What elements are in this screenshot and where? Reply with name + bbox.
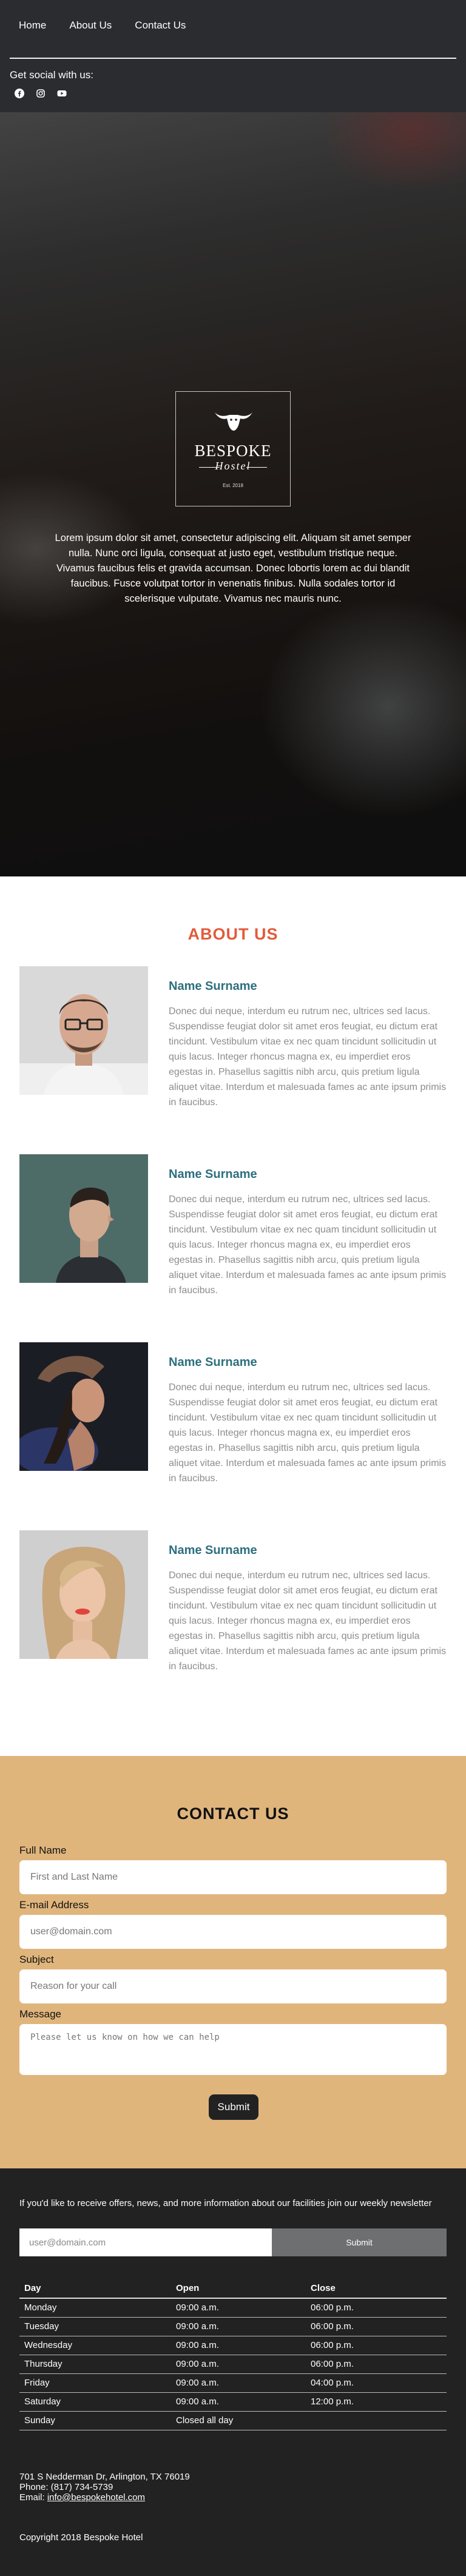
close-cell: 12:00 p.m. <box>306 2392 447 2412</box>
nav-contact-link[interactable]: Contact Us <box>135 19 186 32</box>
subject-label: Subject <box>19 1954 54 1965</box>
table-row: Friday 09:00 a.m. 04:00 p.m. <box>19 2373 447 2393</box>
open-cell: 09:00 a.m. <box>171 2336 306 2355</box>
close-cell: 06:00 p.m. <box>306 2298 447 2318</box>
open-cell: 09:00 a.m. <box>171 2298 306 2318</box>
contact-title: CONTACT US <box>177 1804 289 1823</box>
about-title: ABOUT US <box>187 925 279 943</box>
contact-section: CONTACT US Full Name E-mail Address Subj… <box>0 1756 466 2168</box>
youtube-icon[interactable] <box>57 89 67 98</box>
open-cell: 09:00 a.m. <box>171 2373 306 2393</box>
team-member-name: Name Surname <box>169 1356 257 1369</box>
column-header-close: Close <box>306 2279 447 2299</box>
open-cell: 09:00 a.m. <box>171 2392 306 2412</box>
table-header-row: Day Open Close <box>19 2279 447 2299</box>
day-cell: Tuesday <box>19 2317 171 2336</box>
facebook-icon[interactable] <box>15 89 24 98</box>
team-member-card: Name Surname Donec dui neque, interdum e… <box>19 966 447 1108</box>
message-textarea[interactable] <box>19 2024 447 2075</box>
street-address: 701 S Nedderman Dr, Arlington, TX 76019 <box>19 2472 190 2482</box>
email-label: E-mail Address <box>19 1899 89 1911</box>
table-row: Thursday 09:00 a.m. 06:00 p.m. <box>19 2355 447 2374</box>
close-cell: 04:00 p.m. <box>306 2373 447 2393</box>
email-prefix: Email: <box>19 2492 47 2503</box>
logo-subtitle: Hostel <box>215 460 251 472</box>
table-row: Sunday Closed all day <box>19 2411 447 2430</box>
social-title: Get social with us: <box>10 69 93 81</box>
day-cell: Sunday <box>19 2411 171 2430</box>
open-cell: 09:00 a.m. <box>171 2317 306 2336</box>
team-member-name: Name Surname <box>169 1168 257 1181</box>
team-member-portrait <box>19 966 148 1095</box>
team-member-bio: Donec dui neque, interdum eu rutrum nec,… <box>169 1194 447 1296</box>
newsletter-email-input[interactable] <box>19 2228 272 2256</box>
open-cell: 09:00 a.m. <box>171 2355 306 2374</box>
full-name-input[interactable] <box>19 1860 447 1894</box>
nav-divider <box>10 58 456 59</box>
column-header-day: Day <box>19 2279 171 2299</box>
table-row: Saturday 09:00 a.m. 12:00 p.m. <box>19 2392 447 2412</box>
day-cell: Friday <box>19 2373 171 2393</box>
table-row: Monday 09:00 a.m. 06:00 p.m. <box>19 2298 447 2318</box>
day-cell: Thursday <box>19 2355 171 2374</box>
column-header-open: Open <box>171 2279 306 2299</box>
team-member-bio: Donec dui neque, interdum eu rutrum nec,… <box>169 1006 447 1108</box>
close-cell <box>306 2411 447 2430</box>
day-cell: Saturday <box>19 2392 171 2412</box>
site-footer: If you'd like to receive offers, news, a… <box>0 2168 466 2576</box>
opening-hours-table: Day Open Close Monday 09:00 a.m. 06:00 p… <box>19 2279 447 2430</box>
subject-input[interactable] <box>19 1969 447 2003</box>
logo-wordmark: BESPOKE <box>194 442 272 460</box>
table-row: Wednesday 09:00 a.m. 06:00 p.m. <box>19 2336 447 2355</box>
site-header: Home About Us Contact Us Get social with… <box>0 0 466 112</box>
contact-submit-button[interactable]: Submit <box>209 2094 258 2120</box>
team-member-card: Name Surname Donec dui neque, interdum e… <box>19 1342 447 1484</box>
logo-established: Est. 2018 <box>223 483 243 488</box>
close-cell: 06:00 p.m. <box>306 2355 447 2374</box>
team-member-portrait <box>19 1530 148 1659</box>
contact-address-block: 701 S Nedderman Dr, Arlington, TX 76019 … <box>19 2472 190 2503</box>
about-section: ABOUT US Name Surname Donec dui neque, i… <box>0 876 466 1756</box>
nav-about-link[interactable]: About Us <box>69 19 112 32</box>
team-member-portrait <box>19 1154 148 1283</box>
team-member-bio: Donec dui neque, interdum eu rutrum nec,… <box>169 1382 447 1484</box>
open-cell: Closed all day <box>171 2411 306 2430</box>
team-member-card: Name Surname Donec dui neque, interdum e… <box>19 1530 447 1672</box>
day-cell: Wednesday <box>19 2336 171 2355</box>
close-cell: 06:00 p.m. <box>306 2317 447 2336</box>
hero-description: Lorem ipsum dolor sit amet, consectetur … <box>55 533 411 604</box>
message-label: Message <box>19 2008 61 2020</box>
team-member-card: Name Surname Donec dui neque, interdum e… <box>19 1154 447 1296</box>
email-link[interactable]: info@bespokehotel.com <box>47 2492 145 2503</box>
newsletter-submit-button[interactable]: Submit <box>272 2228 447 2256</box>
social-links <box>15 89 67 98</box>
team-member-name: Name Surname <box>169 1544 257 1557</box>
close-cell: 06:00 p.m. <box>306 2336 447 2355</box>
instagram-icon[interactable] <box>36 89 46 98</box>
team-member-bio: Donec dui neque, interdum eu rutrum nec,… <box>169 1570 447 1672</box>
team-member-name: Name Surname <box>169 980 257 993</box>
nav-home-link[interactable]: Home <box>19 19 46 32</box>
copyright: Copyright 2018 Bespoke Hotel <box>19 2532 143 2543</box>
logo-rule-right <box>246 467 267 468</box>
email-input[interactable] <box>19 1915 447 1949</box>
table-row: Tuesday 09:00 a.m. 06:00 p.m. <box>19 2317 447 2336</box>
day-cell: Monday <box>19 2298 171 2318</box>
team-member-portrait <box>19 1342 148 1471</box>
email-line: Email: info@bespokehotel.com <box>19 2492 190 2503</box>
main-nav: Home About Us Contact Us <box>19 19 186 32</box>
phone-number: Phone: (817) 734-5739 <box>19 2482 113 2492</box>
full-name-label: Full Name <box>19 1845 67 1856</box>
newsletter-description: If you'd like to receive offers, news, a… <box>19 2198 432 2208</box>
hero-banner: BESPOKE Hostel Est. 2018 Lorem ipsum dol… <box>0 112 466 876</box>
hostel-logo: BESPOKE Hostel Est. 2018 <box>175 391 291 506</box>
bull-skull-icon <box>215 412 252 431</box>
